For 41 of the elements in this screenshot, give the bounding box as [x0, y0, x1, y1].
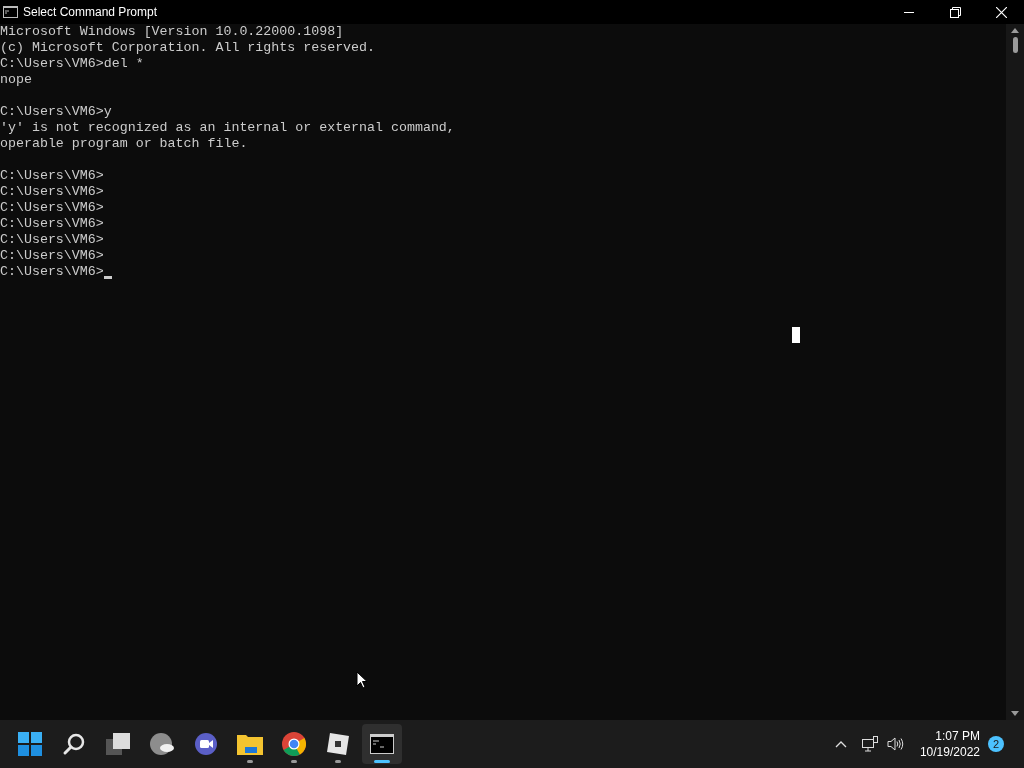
clock-date[interactable]: 10/19/2022 [919, 744, 980, 760]
scroll-bar[interactable] [1006, 24, 1024, 720]
search-icon [62, 732, 86, 756]
scroll-thumb[interactable] [1012, 37, 1018, 53]
console-line: (c) Microsoft Corporation. All rights reserved. [0, 40, 376, 56]
console-line: 'y' is not recognized as an internal or external command, [0, 120, 455, 136]
window-title: Select Command Prompt [23, 4, 158, 21]
console-line: C:\Users\VM6> [0, 232, 104, 248]
taskbar-app[interactable] [362, 724, 402, 764]
console-line: operable program or batch file. [0, 136, 248, 152]
console-line: C:\Users\VM6> [0, 216, 104, 232]
restore-icon [949, 6, 961, 18]
console-line: C:\Users\VM6>y [0, 104, 112, 120]
console-line: C:\Users\VM6> [0, 184, 104, 200]
windows-stack-icon [106, 733, 130, 755]
speaker-icon[interactable] [886, 737, 904, 751]
console-line: nope [0, 72, 32, 88]
cloud-icon [150, 732, 174, 756]
console-line: Microsoft Windows [Version 10.0.22000.1098] [0, 24, 344, 40]
minimize-icon [904, 11, 914, 13]
terminal-icon [370, 734, 394, 754]
console-line: C:\Users\VM6> [0, 168, 104, 184]
square-tile-icon [326, 732, 350, 756]
console-line: C:\Users\VM6>del * [0, 56, 144, 72]
terminal-icon [3, 6, 18, 18]
chevron-up-icon[interactable] [834, 740, 847, 748]
notification-badge[interactable]: 2 [988, 736, 1004, 752]
windows-logo-icon [18, 732, 42, 756]
close-icon [995, 6, 1007, 18]
folder-icon [237, 733, 263, 755]
mouse-pointer-icon [356, 671, 368, 689]
scroll-down-icon[interactable] [1011, 711, 1019, 716]
console-line: C:\Users\VM6> [0, 248, 104, 264]
video-chat-icon [194, 732, 218, 756]
console-line: C:\Users\VM6> [0, 200, 104, 216]
console-line: C:\Users\VM6> [0, 264, 104, 280]
clock-time[interactable]: 1:07 PM [935, 728, 980, 744]
network-icon[interactable] [861, 736, 878, 752]
caret-block [792, 327, 800, 343]
scroll-up-icon[interactable] [1011, 28, 1019, 33]
browser-icon [282, 732, 306, 756]
